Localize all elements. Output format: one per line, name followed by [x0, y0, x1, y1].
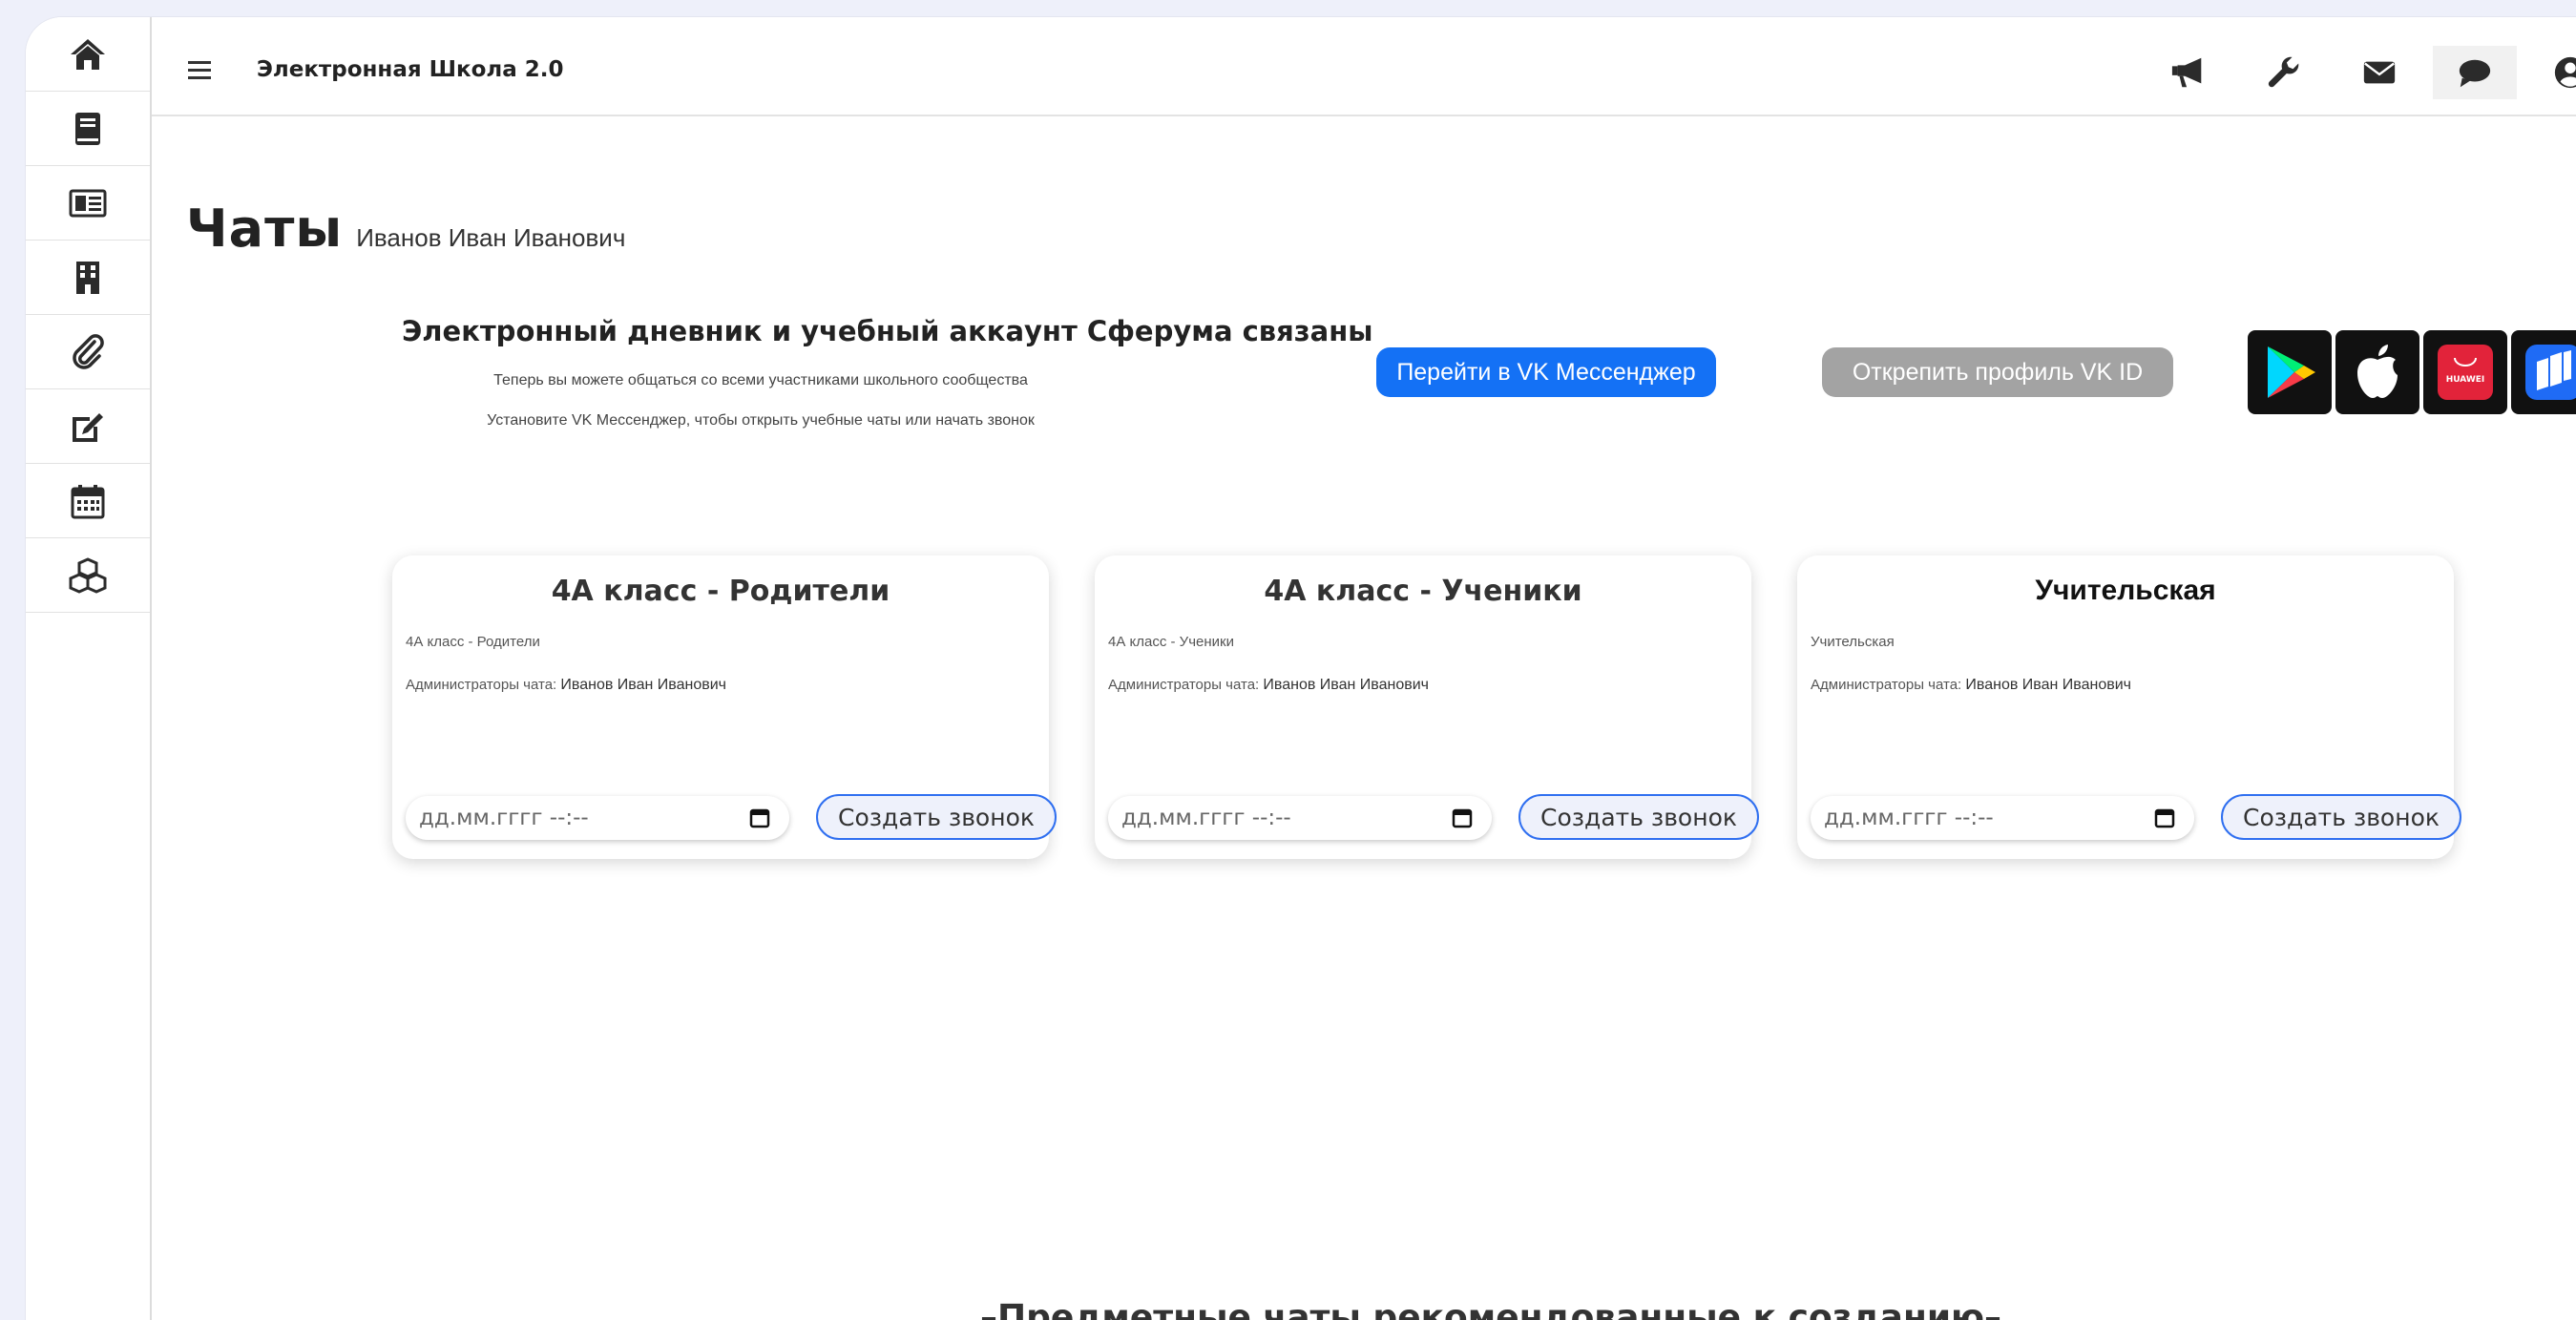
chat-card-title: 4А класс - Ученики — [1264, 575, 1582, 608]
create-call-button[interactable]: Создать звонок — [1518, 794, 1759, 840]
page-heading: Чаты — [186, 199, 344, 259]
google-play-link[interactable] — [2248, 330, 2332, 414]
mail-button[interactable] — [2337, 46, 2421, 99]
apple-icon — [2357, 345, 2398, 398]
paperclip-icon — [73, 333, 104, 369]
chat-card-subtitle: 4А класс - Ученики — [1108, 634, 1234, 650]
calendar-picker-icon[interactable] — [2154, 807, 2175, 828]
datetime-placeholder: дд.мм.гггг --:-- — [1824, 806, 1994, 830]
admins-label: Администраторы чата: — [1108, 677, 1260, 693]
sidebar-item-modules[interactable] — [26, 538, 150, 613]
main-content: Чаты Иванов Иван Иванович Электронный дн… — [152, 115, 2576, 1320]
envelope-icon — [2363, 61, 2396, 84]
sidebar — [26, 17, 152, 1320]
chats-button[interactable] — [2433, 46, 2517, 99]
sidebar-item-home[interactable] — [26, 17, 150, 92]
admins-label: Администраторы чата: — [1811, 677, 1962, 693]
calendar-picker-icon[interactable] — [1452, 807, 1473, 828]
profile-button[interactable] — [2528, 46, 2576, 99]
sidebar-item-schedule[interactable] — [26, 464, 150, 538]
vk-banner-line2: Установите VK Мессенджер, чтобы открыть … — [487, 412, 1035, 429]
chat-card-admins: Администраторы чата: Иванов Иван Иванови… — [1811, 677, 2131, 694]
megaphone-icon — [2171, 57, 2202, 88]
admins-name: Иванов Иван Иванович — [560, 677, 727, 693]
chat-card-admins: Администраторы чата: Иванов Иван Иванови… — [1108, 677, 1429, 694]
sidebar-item-journal[interactable] — [26, 166, 150, 241]
wrench-icon — [2268, 56, 2299, 88]
huawei-appgallery-link[interactable]: HUAWEI — [2423, 330, 2507, 414]
page-title: Чаты Иванов Иван Иванович — [186, 199, 625, 259]
app-title: Электронная Школа 2.0 — [257, 57, 564, 82]
chat-card-subtitle: Учительская — [1811, 634, 1895, 650]
chat-card-title: Учительская — [2035, 575, 2216, 606]
unlink-vk-id-button[interactable]: Открепить профиль VK ID — [1822, 347, 2173, 397]
huawei-appgallery-icon: HUAWEI — [2438, 345, 2493, 400]
call-datetime-input[interactable]: дд.мм.гггг --:-- — [406, 796, 789, 840]
cubes-icon — [69, 556, 107, 594]
create-call-button[interactable]: Создать звонок — [816, 794, 1057, 840]
rustore-icon — [2525, 345, 2576, 400]
admins-name: Иванов Иван Иванович — [1965, 677, 2132, 693]
home-icon — [71, 38, 105, 70]
call-datetime-input[interactable]: дд.мм.гггг --:-- — [1811, 796, 2194, 840]
datetime-placeholder: дд.мм.гггг --:-- — [1121, 806, 1291, 830]
user-name: Иванов Иван Иванович — [356, 223, 626, 252]
sidebar-item-diary[interactable] — [26, 92, 150, 166]
calendar-picker-icon[interactable] — [749, 807, 770, 828]
building-icon — [76, 261, 99, 294]
admins-label: Администраторы чата: — [406, 677, 557, 693]
sidebar-item-school[interactable] — [26, 241, 150, 315]
sidebar-item-homework[interactable] — [26, 389, 150, 464]
call-datetime-input[interactable]: дд.мм.гггг --:-- — [1108, 796, 1492, 840]
recommended-chats-title: –Предметные чаты рекомендованные к созда… — [980, 1298, 2002, 1320]
vk-banner-line1: Теперь вы можете общаться со всеми участ… — [493, 372, 1028, 388]
sidebar-item-files[interactable] — [26, 315, 150, 389]
create-call-button[interactable]: Создать звонок — [2221, 794, 2461, 840]
calendar-icon — [71, 484, 105, 518]
google-play-icon — [2268, 346, 2315, 398]
edit-icon — [73, 412, 103, 442]
chat-card-students: 4А класс - Ученики 4А класс - Ученики Ад… — [1095, 555, 1759, 859]
app-store-link[interactable] — [2335, 330, 2419, 414]
chat-card-title: 4А класс - Родители — [551, 575, 890, 608]
open-vk-messenger-button[interactable]: Перейти в VK Мессенджер — [1376, 347, 1716, 397]
chat-bubble-icon — [2459, 59, 2491, 88]
book-icon — [75, 112, 100, 145]
chat-card-parents: 4А класс - Родители 4А класс - Родители … — [392, 555, 1057, 859]
huawei-label: HUAWEI — [2446, 375, 2485, 385]
announcements-button[interactable] — [2147, 46, 2230, 99]
menu-toggle-icon[interactable] — [188, 61, 211, 79]
id-card-icon — [69, 189, 107, 217]
settings-button[interactable] — [2242, 46, 2326, 99]
user-circle-icon — [2554, 56, 2576, 89]
app-window: Электронная Школа 2.0 Чаты Иванов Иван И… — [26, 17, 2576, 1320]
app-store-links: HUAWEI — [2248, 330, 2576, 414]
rustore-link[interactable] — [2511, 330, 2576, 414]
chat-card-admins: Администраторы чата: Иванов Иван Иванови… — [406, 677, 726, 694]
chat-card-subtitle: 4А класс - Родители — [406, 634, 540, 650]
vk-banner-heading: Электронный дневник и учебный аккаунт Сф… — [402, 315, 1373, 347]
top-bar: Электронная Школа 2.0 — [152, 17, 2576, 116]
datetime-placeholder: дд.мм.гггг --:-- — [419, 806, 589, 830]
admins-name: Иванов Иван Иванович — [1263, 677, 1430, 693]
chat-card-teachers: Учительская Учительская Администраторы ч… — [1797, 555, 2461, 859]
top-icons — [2147, 46, 2576, 99]
